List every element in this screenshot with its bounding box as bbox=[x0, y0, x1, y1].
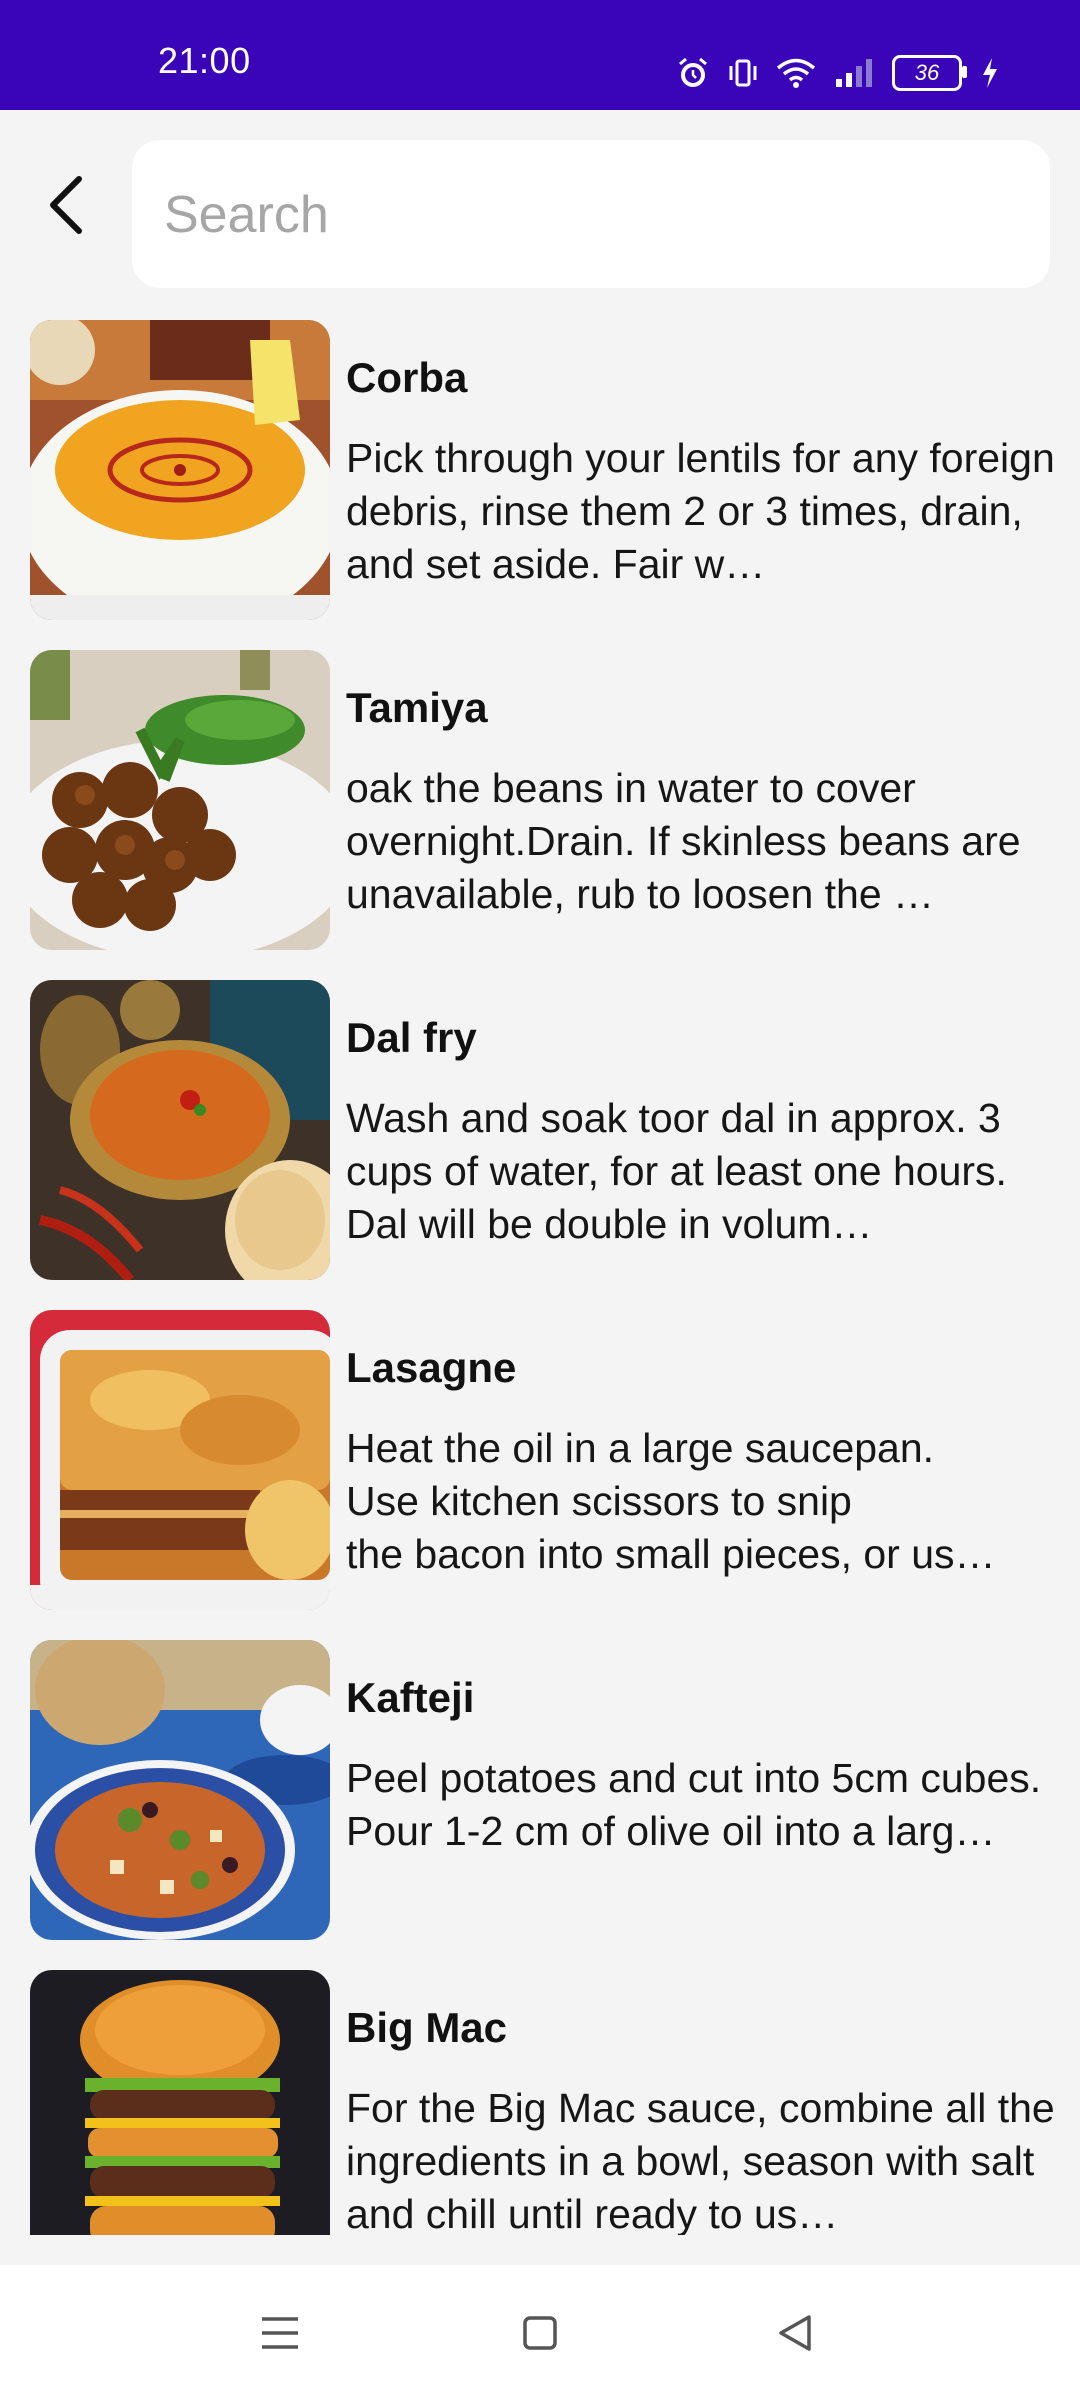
recipe-description: Peel potatoes and cut into 5cm cubes. Po… bbox=[346, 1755, 1042, 1854]
recipe-image-corba bbox=[30, 320, 330, 620]
recipe-title: Kafteji bbox=[346, 1674, 475, 1721]
wifi-icon bbox=[776, 58, 816, 88]
recipe-image-tamiya bbox=[30, 650, 330, 950]
recipe-image-dal-fry bbox=[30, 980, 330, 1280]
back-button[interactable] bbox=[30, 155, 100, 255]
recipe-title: Tamiya bbox=[346, 684, 488, 731]
recipe-item-lasagne[interactable]: Lasagne Heat the oil in a large saucepan… bbox=[30, 1310, 1050, 1610]
search-input[interactable] bbox=[162, 140, 1016, 290]
recipe-description: For the Big Mac sauce, combine all the i… bbox=[346, 2085, 1055, 2235]
recipe-list[interactable]: Corba Pick through your lentils for any … bbox=[0, 320, 1080, 2235]
back-triangle-icon bbox=[779, 2314, 811, 2351]
alarm-icon bbox=[679, 57, 707, 87]
status-time: 21:00 bbox=[158, 40, 251, 81]
recipe-title: Big Mac bbox=[346, 2004, 508, 2051]
status-icons: 36 bbox=[676, 48, 1000, 98]
recipe-description: Heat the oil in a large saucepan. Use ki… bbox=[346, 1425, 996, 1577]
recent-apps-button[interactable] bbox=[220, 2265, 340, 2400]
vibrate-icon bbox=[729, 59, 757, 87]
recipe-description: oak the beans in water to cover overnigh… bbox=[346, 765, 1021, 917]
recipe-description: Pick through your lentils for any foreig… bbox=[346, 435, 1055, 587]
recipe-title: Lasagne bbox=[346, 1344, 517, 1391]
battery-icon: 36 bbox=[892, 55, 967, 91]
arrow-left-icon bbox=[50, 176, 82, 234]
battery-level: 36 bbox=[914, 60, 940, 85]
recipe-item-big-mac[interactable]: Big Mac For the Big Mac sauce, combine a… bbox=[30, 1970, 1055, 2235]
system-back-button[interactable] bbox=[735, 2265, 855, 2400]
recipe-title: Corba bbox=[346, 354, 468, 401]
recipe-image-lasagne bbox=[30, 1310, 330, 1610]
home-button[interactable] bbox=[480, 2265, 600, 2400]
recipe-item-corba[interactable]: Corba Pick through your lentils for any … bbox=[30, 320, 1055, 620]
recipe-image-big-mac bbox=[30, 1970, 330, 2235]
menu-icon bbox=[262, 2316, 298, 2349]
recipe-item-kafteji[interactable]: Kafteji Peel potatoes and cut into 5cm c… bbox=[30, 1640, 1050, 1940]
signal-icon bbox=[836, 59, 872, 87]
recipe-title: Dal fry bbox=[346, 1014, 477, 1061]
recipe-item-dal-fry[interactable]: Dal fry Wash and soak toor dal in approx… bbox=[30, 980, 1050, 1280]
navigation-bar bbox=[0, 2265, 1080, 2400]
recipe-description: Wash and soak toor dal in approx. 3 cups… bbox=[346, 1095, 1007, 1247]
search-box[interactable] bbox=[132, 140, 1050, 290]
status-bar: 21:00 36 bbox=[0, 0, 1080, 110]
charging-icon bbox=[983, 58, 997, 88]
home-icon bbox=[523, 2315, 557, 2350]
recipe-image-kafteji bbox=[30, 1640, 330, 1940]
recipe-item-tamiya[interactable]: Tamiya oak the beans in water to cover o… bbox=[30, 650, 1050, 950]
